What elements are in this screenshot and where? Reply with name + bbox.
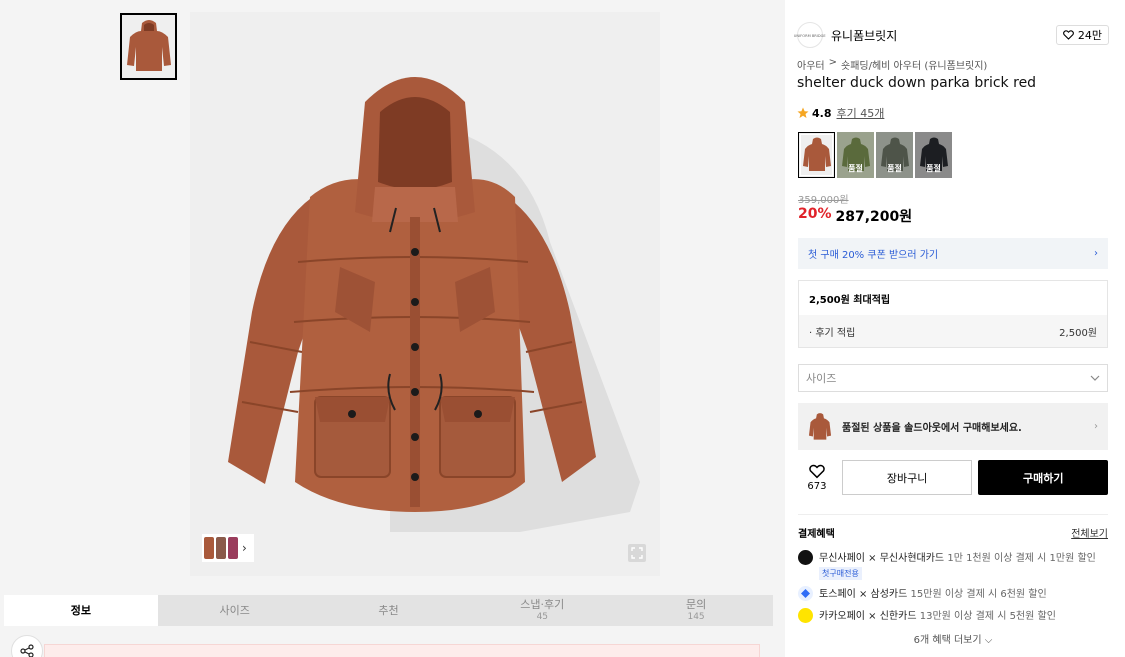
mini-swatch[interactable]: [228, 537, 238, 559]
discount-rate: 20%: [798, 206, 832, 222]
benefit-partner: 토스페이 × 삼성카드: [819, 589, 908, 600]
color-swatch-image: [802, 137, 831, 171]
cart-button[interactable]: 장바구니: [841, 460, 973, 495]
brand-name[interactable]: 유니폼브릿지: [831, 27, 897, 44]
jacket-main-image: [228, 77, 640, 532]
expand-icon[interactable]: [628, 544, 646, 562]
star-icon: [797, 107, 809, 118]
payment-benefits-header: 결제혜택 전체보기: [798, 525, 1108, 540]
jacket-thumbnail-image: [126, 19, 171, 71]
size-select[interactable]: 사이즈: [798, 364, 1108, 392]
benefit-partner: 카카오페이 × 신한카드: [819, 611, 917, 622]
benefit-item: 토스페이 × 삼성카드 15만원 이상 결제 시 6천원 할인: [798, 585, 1108, 601]
size-select-placeholder: 사이즈: [806, 372, 837, 385]
breadcrumb-subcategory[interactable]: 숏패딩/헤비 아우터 (유니폼브릿지): [841, 57, 987, 72]
max-points: 2,500원 최대적립: [809, 294, 891, 306]
rating-score: 4.8: [812, 106, 832, 120]
more-benefits-label: 6개 혜택 더보기: [913, 635, 982, 646]
review-points-label: · 후기 적립: [809, 327, 856, 339]
sold-out-label: 품절: [887, 164, 902, 173]
color-mini-swatches[interactable]: ›: [202, 534, 254, 562]
benefit-desc: 1만 1천원 이상 결제 시 1만원 할인: [947, 553, 1096, 564]
mini-swatch[interactable]: [204, 537, 214, 559]
tab-label: 문의: [685, 597, 707, 611]
tab-count: 45: [536, 611, 549, 622]
payment-benefits-title: 결제혜택: [798, 529, 835, 540]
musinsa-pay-icon: [798, 550, 813, 565]
brand-like-count: 24만: [1077, 29, 1102, 42]
review-points-row: · 후기 적립 2,500원: [799, 315, 1107, 347]
benefit-desc: 13만원 이상 결제 시 5천원 할인: [919, 611, 1056, 622]
color-options: 품절 품절 품절: [798, 132, 952, 178]
tab-size[interactable]: 사이즈: [158, 595, 312, 626]
benefit-partner: 무신사페이 × 무신사현대카드: [819, 553, 945, 564]
tab-label: 정보: [70, 603, 92, 617]
color-option-grey[interactable]: 품절: [876, 132, 913, 178]
soldout-banner[interactable]: 품절된 상품을 솔드아웃에서 구매해보세요. ›: [798, 403, 1108, 450]
product-tabs: 정보 사이즈 추천 스냅·후기 45 문의 145: [4, 595, 773, 626]
color-option-olive[interactable]: 품절: [837, 132, 874, 178]
breadcrumb-category[interactable]: 아우터: [797, 57, 825, 72]
tab-count: 145: [687, 611, 705, 622]
thumbnail-selected[interactable]: [120, 13, 177, 80]
breadcrumb: 아우터 > 숏패딩/헤비 아우터 (유니폼브릿지): [797, 57, 987, 72]
benefit-tag: 첫구매전용: [819, 567, 862, 580]
heart-icon: [1062, 30, 1074, 40]
breadcrumb-separator: >: [828, 57, 837, 68]
purchase-actions: 673 장바구니 구매하기: [798, 460, 1108, 495]
color-option-black[interactable]: 품절: [915, 132, 952, 178]
coupon-text: 첫 구매 20% 쿠폰 받으러 가기: [808, 250, 939, 261]
benefit-item: 카카오페이 × 신한카드 13만원 이상 결제 시 5천원 할인: [798, 607, 1108, 623]
chevron-down-icon: [1090, 375, 1100, 381]
chevron-right-icon: ›: [1094, 248, 1098, 259]
sold-out-label: 품절: [926, 164, 941, 173]
chevron-down-icon: ⌵: [984, 635, 993, 646]
share-icon: [20, 644, 34, 657]
sale-price: 287,200원: [835, 209, 913, 225]
brand-logo-text: UNIFORM BRIDGE: [794, 32, 826, 38]
toss-pay-icon: [798, 586, 813, 601]
tab-label: 추천: [378, 603, 399, 617]
more-benefits-button[interactable]: 6개 혜택 더보기 ⌵: [798, 631, 1108, 646]
brand-row[interactable]: UNIFORM BRIDGE 유니폼브릿지 24만: [794, 22, 1109, 48]
wish-count: 673: [807, 480, 827, 492]
tab-label: 사이즈: [219, 603, 250, 617]
chevron-right-icon[interactable]: ›: [242, 541, 247, 555]
benefit-item: 무신사페이 × 무신사현대카드 1만 1천원 이상 결제 시 1만원 할인 첫구…: [798, 549, 1108, 580]
wish-button[interactable]: 673: [798, 464, 836, 492]
review-link[interactable]: 후기 45개: [837, 105, 885, 121]
soldout-banner-text: 품절된 상품을 솔드아웃에서 구매해보세요.: [842, 423, 1022, 434]
first-purchase-coupon-banner[interactable]: 첫 구매 20% 쿠폰 받으러 가기 ›: [798, 238, 1108, 269]
notice-banner: [44, 644, 760, 657]
benefit-desc: 15만원 이상 결제 시 6천원 할인: [910, 589, 1047, 600]
review-points-value: 2,500원: [1059, 327, 1097, 339]
color-option-brick-red[interactable]: [798, 132, 835, 178]
original-price: 359,000원: [798, 195, 849, 206]
tab-snap-review[interactable]: 스냅·후기 45: [465, 595, 619, 626]
tab-recommend[interactable]: 추천: [312, 595, 466, 626]
heart-icon: [809, 464, 825, 478]
product-title: shelter duck down parka brick red: [797, 75, 1037, 91]
divider: [798, 514, 1108, 515]
product-image-gallery[interactable]: ›: [190, 12, 660, 576]
rating-row: 4.8 후기 45개: [797, 105, 884, 121]
view-all-link[interactable]: 전체보기: [1071, 525, 1108, 540]
price-row: 20% 287,200원: [798, 206, 912, 226]
product-info-panel: UNIFORM BRIDGE 유니폼브릿지 24만 아우터 > 숏패딩/헤비 아…: [785, 0, 1125, 657]
jacket-small-image: [808, 412, 832, 440]
brand-like-button[interactable]: 24만: [1055, 25, 1109, 45]
share-button[interactable]: [11, 635, 43, 657]
product-page: › 정보 사이즈 추천 스냅·후기 45 문의 145 UNIFORM BRID…: [0, 0, 1125, 657]
brand-logo[interactable]: UNIFORM BRIDGE: [794, 22, 826, 48]
points-box: 2,500원 최대적립 · 후기 적립 2,500원: [798, 280, 1108, 348]
sold-out-label: 품절: [848, 164, 863, 173]
chevron-right-icon: ›: [1094, 421, 1098, 432]
tab-inquiry[interactable]: 문의 145: [619, 595, 773, 626]
buy-button[interactable]: 구매하기: [978, 460, 1108, 495]
mini-swatch[interactable]: [216, 537, 226, 559]
tab-label: 스냅·후기: [520, 597, 565, 611]
kakao-pay-icon: [798, 608, 813, 623]
tab-info[interactable]: 정보: [4, 595, 158, 626]
